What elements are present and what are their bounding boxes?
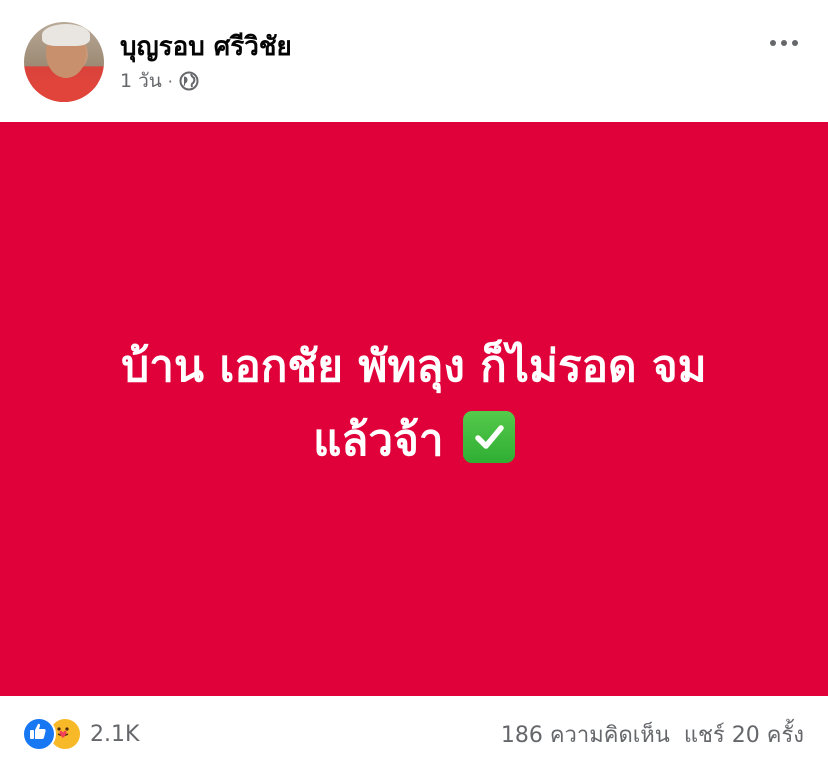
status-background: บ้าน เอกชัย พัทลุง ก็ไม่รอด จม แล้วจ้า [0,122,828,696]
author-name[interactable]: บุญรอบ ศรีวิชัย [120,30,292,64]
post-footer: 2.1K 186 ความคิดเห็น แชร์ 20 ครั้ง [0,696,828,773]
author-avatar[interactable] [24,22,104,102]
share-count-link[interactable]: แชร์ 20 ครั้ง [684,717,804,752]
more-dot [781,40,787,46]
status-text: บ้าน เอกชัย พัทลุง ก็ไม่รอด จม แล้วจ้า [54,330,774,478]
reactions-summary[interactable]: 2.1K [22,717,140,751]
avatar-hair [42,24,90,46]
post-header: บุญรอบ ศรีวิชัย 1 วัน · [0,0,828,122]
check-mark-button-icon [462,411,515,463]
comment-count-link[interactable]: 186 ความคิดเห็น [501,717,670,752]
more-options-button[interactable] [766,28,802,58]
more-dot [792,40,798,46]
globe-icon[interactable] [179,71,199,91]
more-dot [770,40,776,46]
avatar-shirt [30,78,102,102]
reaction-count: 2.1K [90,721,140,747]
post-meta: 1 วัน · [120,68,199,94]
facebook-post: บุญรอบ ศรีวิชัย 1 วัน · บ้าน เอกชัย พัทล… [0,0,828,773]
post-timestamp[interactable]: 1 วัน [120,66,162,96]
like-icon [22,717,56,751]
status-line-1: บ้าน เอกชัย พัทลุง ก็ไม่รอด จม [121,341,707,392]
status-line-2-wrap: แล้วจ้า [54,404,774,478]
meta-separator: · [167,71,173,91]
engagement-counts: 186 ความคิดเห็น แชร์ 20 ครั้ง [501,718,804,750]
status-line-2: แล้วจ้า [313,415,444,466]
